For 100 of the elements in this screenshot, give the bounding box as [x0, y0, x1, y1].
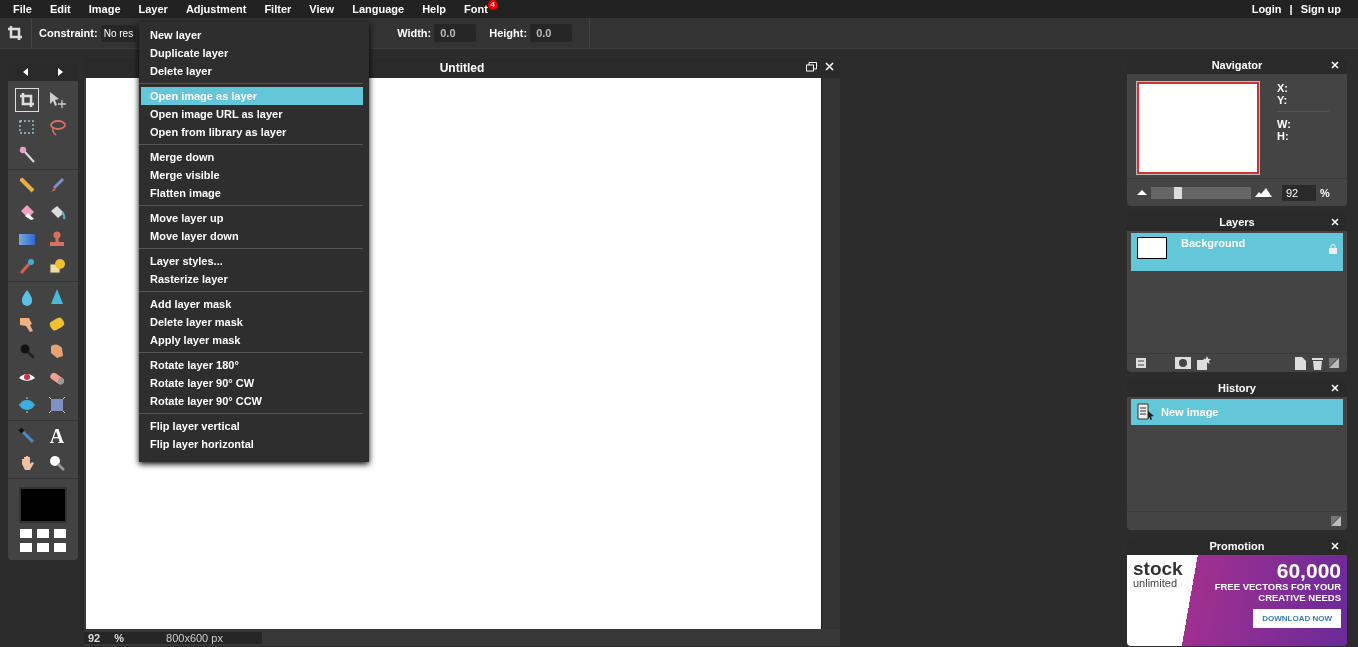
- panel-title: Navigator: [1211, 59, 1263, 71]
- zoom-slider[interactable]: [1151, 186, 1251, 199]
- zoom-icon: [48, 454, 66, 472]
- magic-wand-icon: [18, 145, 36, 163]
- color-replace-icon: [18, 257, 36, 275]
- menu-option[interactable]: Rotate layer 90° CW: [141, 374, 363, 392]
- menu-option[interactable]: Move layer up: [141, 209, 363, 227]
- menu-option[interactable]: Open from library as layer: [141, 123, 363, 141]
- menu-option[interactable]: Merge down: [141, 148, 363, 166]
- signup-link[interactable]: Sign up: [1300, 3, 1341, 15]
- menu-option[interactable]: Delete layer: [141, 62, 363, 80]
- size-label: W:: [1277, 118, 1292, 130]
- tool-button[interactable]: [15, 88, 39, 112]
- menu-option[interactable]: New layer: [141, 26, 363, 44]
- coordinate-label: Y:: [1277, 94, 1289, 106]
- constraint-label: Constraint:: [39, 27, 98, 39]
- close-icon[interactable]: [1331, 542, 1339, 550]
- slider-thumb[interactable]: [1174, 186, 1182, 199]
- menu-item[interactable]: Filter: [264, 3, 305, 15]
- menu-item[interactable]: Language: [352, 3, 418, 15]
- login-link[interactable]: Login: [1251, 3, 1282, 15]
- menu-item[interactable]: Edit: [49, 3, 84, 15]
- resize-corner-icon[interactable]: [1329, 358, 1339, 368]
- height-field[interactable]: 0.0: [530, 24, 573, 42]
- layer-name: Background: [1181, 237, 1246, 249]
- magnifier-icon: [18, 342, 36, 360]
- finger-icon: [18, 315, 36, 333]
- lasso-icon: [48, 118, 66, 136]
- menu-item[interactable]: View: [309, 3, 348, 15]
- size-label: H:: [1277, 130, 1290, 142]
- pencil-icon: [18, 176, 36, 194]
- menu-option[interactable]: Delete layer mask: [141, 313, 363, 331]
- close-icon[interactable]: [1331, 218, 1339, 226]
- menu-item[interactable]: Layer: [138, 3, 181, 15]
- coordinate-label: X:: [1277, 82, 1289, 94]
- eyedropper-icon: [18, 427, 36, 445]
- brush-icon: [48, 176, 66, 194]
- width-label: Width:: [397, 27, 432, 39]
- menu-option[interactable]: Merge visible: [141, 166, 363, 184]
- image-size-text: 800x600 px: [166, 631, 223, 644]
- zoom-field[interactable]: 92: [1282, 184, 1316, 201]
- download-button[interactable]: DOWNLOAD NOW: [1253, 608, 1341, 628]
- shape-icon: [48, 257, 66, 275]
- menu-item[interactable]: Adjustment: [185, 3, 260, 15]
- menu-item[interactable]: File: [13, 3, 45, 15]
- ellipse-icon: [18, 396, 36, 414]
- square-icon: [48, 396, 66, 414]
- separator-text: |: [1289, 3, 1293, 15]
- adjustment-icon[interactable]: [1135, 357, 1147, 369]
- menu-option[interactable]: Flip layer horizontal: [141, 435, 363, 453]
- menu-option[interactable]: Apply layer mask: [141, 331, 363, 349]
- marquee-icon: [18, 118, 36, 136]
- panel-title: Layers: [1219, 216, 1255, 228]
- menu-option[interactable]: Rotate layer 90° CCW: [141, 392, 363, 410]
- ad-headline: 60,000: [1276, 559, 1341, 583]
- document-icon: [1137, 403, 1155, 421]
- panel-title: Promotion: [1209, 540, 1265, 552]
- height-label: Height:: [489, 27, 528, 39]
- crop-icon: [18, 91, 36, 109]
- menu-option[interactable]: Layer styles...: [141, 252, 363, 270]
- trash-icon[interactable]: [1312, 356, 1323, 370]
- menu-item[interactable]: Image: [88, 3, 134, 15]
- resize-corner-icon[interactable]: [1331, 516, 1341, 526]
- navigator-thumbnail[interactable]: [1137, 82, 1259, 174]
- document-title: Untitled: [439, 61, 485, 75]
- scrollbar[interactable]: [821, 78, 840, 629]
- menu-option[interactable]: Rasterize layer: [141, 270, 363, 288]
- close-icon[interactable]: [1331, 61, 1339, 69]
- menu-option[interactable]: Flatten image: [141, 184, 363, 202]
- zoom-unit: %: [114, 631, 125, 644]
- notification-badge: 4: [487, 0, 498, 10]
- ad-tagline: FREE VECTORS FOR YOUR CREATIVE NEEDS: [1213, 582, 1341, 603]
- cone-icon: [48, 288, 66, 306]
- new-layer-icon[interactable]: [1295, 356, 1306, 370]
- small-mountain-icon[interactable]: [1137, 190, 1147, 195]
- brand-logo-text: stock: [1133, 559, 1184, 578]
- menu-option[interactable]: Rotate layer 180°: [141, 356, 363, 374]
- close-icon[interactable]: [825, 62, 834, 71]
- text-tool-button[interactable]: A: [45, 424, 69, 448]
- menu-option[interactable]: Add layer mask: [141, 295, 363, 313]
- menu-option[interactable]: Flip layer vertical: [141, 417, 363, 435]
- menu-option[interactable]: Open image URL as layer: [141, 105, 363, 123]
- left-arrow-icon[interactable]: [23, 68, 28, 76]
- star-effects-icon[interactable]: [1197, 356, 1211, 370]
- crop-icon: [6, 24, 24, 42]
- foreground-color-swatch[interactable]: [19, 487, 67, 523]
- close-icon[interactable]: [1331, 384, 1339, 392]
- width-field[interactable]: 0.0: [434, 24, 477, 42]
- menu-option[interactable]: Move layer down: [141, 227, 363, 245]
- menu-item[interactable]: Help: [422, 3, 459, 15]
- menu-option[interactable]: Duplicate layer: [141, 44, 363, 62]
- right-arrow-icon[interactable]: [58, 68, 63, 76]
- move-icon: [48, 91, 66, 109]
- large-mountain-icon[interactable]: [1255, 188, 1272, 197]
- menu-item[interactable]: Font 4: [463, 3, 501, 15]
- constraint-dropdown[interactable]: No res: [100, 24, 137, 42]
- mask-icon[interactable]: [1175, 357, 1191, 369]
- zoom-value[interactable]: 92: [88, 631, 101, 644]
- ad-banner[interactable]: stock unlimited 60,000 FREE VECTORS FOR YOUR CREATIVE NEEDS DOWNLOAD NOW: [1127, 555, 1347, 646]
- restore-icon[interactable]: [806, 62, 817, 72]
